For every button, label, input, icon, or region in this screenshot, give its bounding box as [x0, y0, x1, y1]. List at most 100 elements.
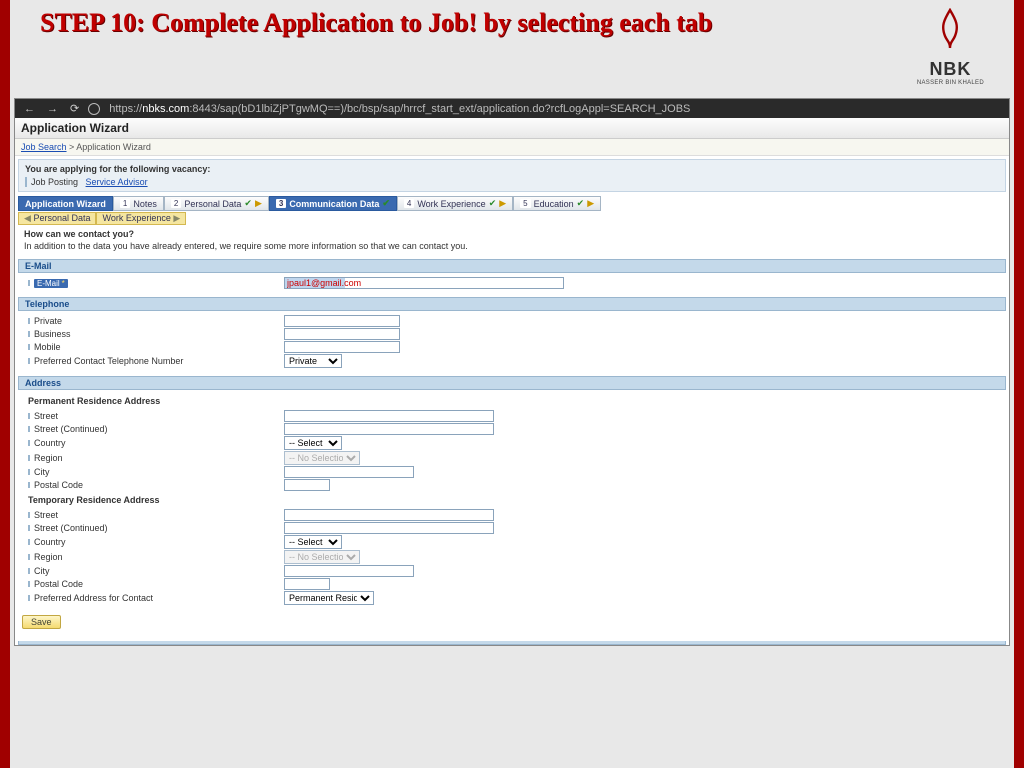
check-icon: ✔ [382, 198, 390, 209]
badge-text: E-Mail [37, 279, 60, 288]
tab-num: 5 [520, 199, 530, 208]
url-text[interactable]: https://nbks.com:8443/sap(bD1lbiZjPTgwMQ… [109, 103, 690, 115]
label-perm-street: Street [24, 411, 284, 421]
label-private: Private [24, 316, 284, 326]
job-posting-label: Job Posting [31, 177, 78, 187]
breadcrumb-current: Application Wizard [76, 142, 151, 152]
temp-street2-field[interactable] [284, 522, 494, 534]
temp-address-head: Temporary Residence Address [24, 492, 1000, 508]
reload-icon[interactable]: ⟳ [67, 102, 82, 115]
phone-mobile-field[interactable] [284, 341, 400, 353]
arrow-icon: ▶ [587, 198, 594, 209]
job-posting-link[interactable]: Service Advisor [86, 177, 148, 187]
vacancy-box: You are applying for the following vacan… [18, 159, 1006, 192]
check-icon: ✔ [244, 198, 252, 209]
tab-education[interactable]: 5 Education✔▶ [513, 196, 601, 211]
question-text: How can we contact you? [24, 229, 1000, 239]
label-business: Business [24, 329, 284, 339]
tab-num: 1 [120, 199, 130, 208]
forward-icon[interactable]: → [44, 103, 61, 115]
label-perm-postal: Postal Code [24, 480, 284, 490]
temp-region-select: -- No Selection Possible -- [284, 550, 360, 564]
temp-postal-field[interactable] [284, 578, 330, 590]
pref-addr-select[interactable]: Permanent Residence [284, 591, 374, 605]
star-icon: * [62, 279, 65, 288]
chevron-left-icon: ◀ [24, 213, 31, 223]
perm-address-head: Permanent Residence Address [24, 393, 1000, 409]
tab-label: Education [534, 199, 574, 209]
footer-bar [18, 641, 1006, 645]
tab-personal-data[interactable]: 2Personal Data✔▶ [164, 196, 269, 211]
email-required-badge: E-Mail * [34, 279, 68, 288]
nbk-logo-sub: NASSER BIN KHALED [917, 80, 984, 86]
temp-street-field[interactable] [284, 509, 494, 521]
wizard-tabs: Application Wizard 1Notes 2Personal Data… [18, 196, 1006, 211]
section-address: Address [18, 376, 1006, 390]
tab-communication-data[interactable]: 3Communication Data✔ [269, 196, 397, 211]
tab-label: Application Wizard [25, 199, 106, 209]
question-block: How can we contact you? In addition to t… [18, 225, 1006, 255]
phone-business-field[interactable] [284, 328, 400, 340]
label-perm-city: City [24, 467, 284, 477]
arrow-icon: ▶ [499, 198, 506, 209]
url-rest: :8443/sap(bD1lbiZjPTgwMQ==)/bc/bsp/sap/h… [189, 103, 690, 115]
label-perm-street2: Street (Continued) [24, 424, 284, 434]
label-perm-region: Region [24, 453, 284, 463]
tab-work-experience[interactable]: 4Work Experience ✔▶ [397, 196, 513, 211]
url-prefix: https:// [109, 103, 142, 115]
perm-city-field[interactable] [284, 466, 414, 478]
url-domain: nbks.com [142, 103, 189, 115]
tab-num: 3 [276, 199, 286, 208]
section-telephone: Telephone [18, 297, 1006, 311]
subtab-next[interactable]: Work Experience ▶ [96, 212, 186, 225]
slide-title: STEP 10: Complete Application to Job! by… [40, 8, 712, 86]
perm-country-select[interactable]: -- Select -- [284, 436, 342, 450]
wizard-title: Application Wizard [15, 118, 1009, 139]
perm-street-field[interactable] [284, 410, 494, 422]
question-sub: In addition to the data you have already… [24, 241, 1000, 251]
flame-icon [917, 8, 984, 59]
check-icon: ✔ [489, 198, 497, 209]
tab-application-wizard[interactable]: Application Wizard [18, 196, 113, 211]
temp-country-select[interactable]: -- Select -- [284, 535, 342, 549]
email-field[interactable] [284, 277, 564, 289]
tab-label: Work Experience [417, 199, 485, 209]
arrow-icon: ▶ [255, 198, 262, 209]
nbk-logo-text: NBK [917, 59, 984, 80]
label-pref-addr: Preferred Address for Contact [24, 593, 284, 603]
tab-label: Notes [133, 199, 157, 209]
subtabs: ◀ Personal Data Work Experience ▶ [18, 212, 1006, 225]
label-temp-street2: Street (Continued) [24, 523, 284, 533]
perm-postal-field[interactable] [284, 479, 330, 491]
tab-label: Personal Data [184, 199, 241, 209]
breadcrumb-link-jobsearch[interactable]: Job Search [21, 142, 67, 152]
label-temp-city: City [24, 566, 284, 576]
save-button[interactable]: Save [22, 615, 61, 629]
label-pref-phone: Preferred Contact Telephone Number [24, 356, 284, 366]
label-temp-postal: Postal Code [24, 579, 284, 589]
breadcrumb: Job Search > Application Wizard [15, 139, 1009, 156]
subtab-prev[interactable]: ◀ Personal Data [18, 212, 96, 225]
section-email: E-Mail [18, 259, 1006, 273]
subtab-label: Work Experience [102, 213, 170, 223]
phone-private-field[interactable] [284, 315, 400, 327]
label-perm-country: Country [24, 438, 284, 448]
label-temp-region: Region [24, 552, 284, 562]
perm-street2-field[interactable] [284, 423, 494, 435]
check-icon: ✔ [577, 198, 585, 209]
address-bar: ← → ⟳ https://nbks.com:8443/sap(bD1lbiZj… [15, 99, 1009, 118]
browser-window: ← → ⟳ https://nbks.com:8443/sap(bD1lbiZj… [14, 98, 1010, 646]
label-temp-street: Street [24, 510, 284, 520]
vacancy-label: You are applying for the following vacan… [25, 164, 999, 174]
chevron-right-icon: ▶ [173, 213, 180, 223]
pref-phone-select[interactable]: Private [284, 354, 342, 368]
label-mobile: Mobile [24, 342, 284, 352]
subtab-label: Personal Data [33, 213, 90, 223]
back-icon[interactable]: ← [21, 103, 38, 115]
tab-num: 4 [404, 199, 414, 208]
perm-region-select: -- No Selection Possible -- [284, 451, 360, 465]
temp-city-field[interactable] [284, 565, 414, 577]
label-temp-country: Country [24, 537, 284, 547]
tab-notes[interactable]: 1Notes [113, 196, 164, 211]
globe-icon [88, 103, 100, 115]
